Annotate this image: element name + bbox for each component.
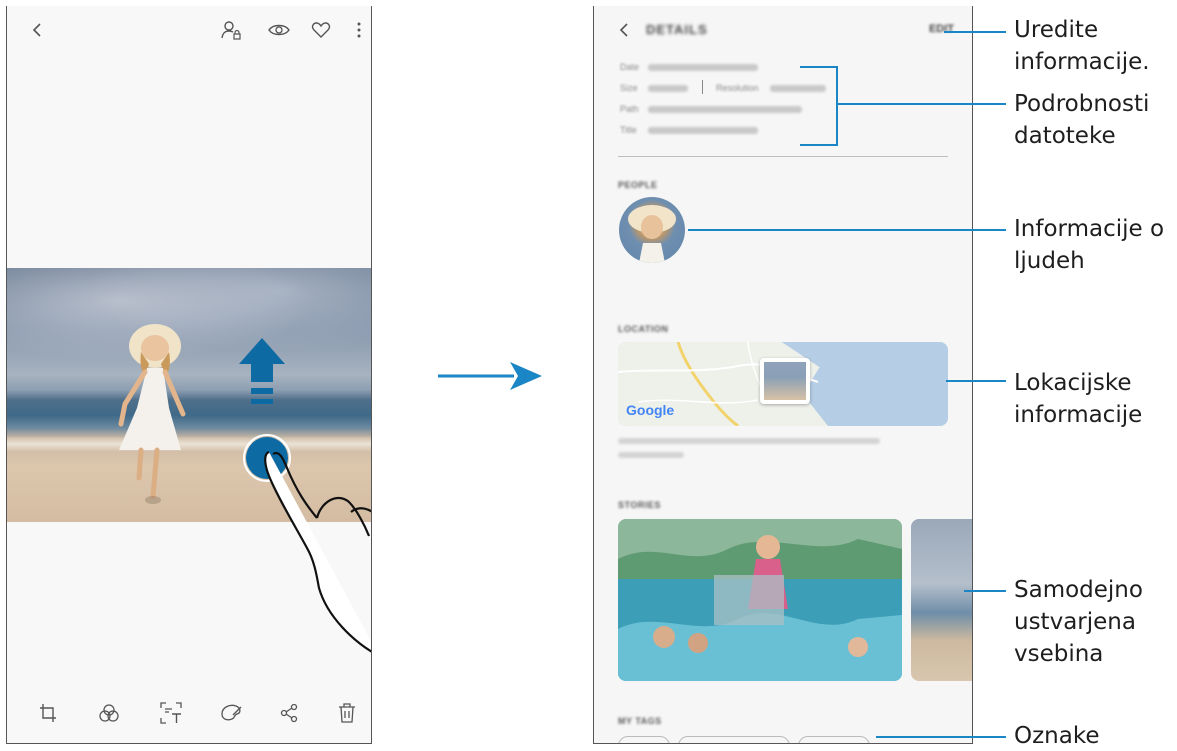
address-line-2	[618, 452, 684, 458]
gallery-viewer-screen	[6, 6, 372, 744]
crop-icon[interactable]	[32, 697, 64, 729]
bracket-top	[800, 66, 838, 68]
story-card-next[interactable]	[911, 519, 972, 681]
back-icon[interactable]	[608, 14, 640, 46]
share-icon[interactable]	[273, 697, 305, 729]
date-label: Date	[620, 62, 640, 72]
people-section-label: PEOPLE	[618, 180, 658, 190]
path-value	[648, 106, 802, 113]
google-logo: Google	[626, 402, 674, 418]
location-section-label: LOCATION	[618, 324, 669, 334]
stories-section-label: STORIES	[618, 500, 661, 510]
person-avatar[interactable]	[619, 197, 685, 263]
callout-line-stories	[964, 590, 1006, 592]
story-pool-image	[618, 519, 902, 681]
tag-chip[interactable]	[678, 736, 790, 743]
location-map[interactable]: Google	[618, 342, 948, 426]
callout-line-details	[836, 103, 1006, 105]
date-value	[648, 64, 758, 71]
section-divider	[618, 156, 948, 157]
page-title: DETAILS	[646, 22, 708, 37]
callout-line-location	[946, 380, 1006, 382]
more-options-icon[interactable]	[343, 14, 371, 46]
details-screen: DETAILS EDIT Date Size Resolution Path T…	[593, 6, 973, 744]
viewer-bottom-bar	[7, 683, 371, 743]
person-face-icon	[628, 205, 676, 263]
decorate-icon[interactable]	[215, 697, 247, 729]
details-header: DETAILS EDIT	[594, 6, 972, 54]
callout-line-people	[688, 229, 1006, 231]
bracket-bottom	[800, 144, 838, 146]
callout-people: Informacije o ljudeh	[1014, 216, 1165, 274]
tag-chip[interactable]	[798, 736, 870, 743]
resolution-label: Resolution	[716, 83, 759, 93]
path-label: Path	[620, 104, 639, 114]
callout-location: Lokacijske informacije	[1014, 370, 1143, 428]
transition-arrow-icon	[438, 362, 542, 390]
callout-line-tags	[876, 736, 1006, 738]
title-value	[648, 127, 758, 134]
size-value	[648, 85, 688, 92]
callout-stories: Samodejno ustvarjena vsebina	[1014, 577, 1143, 667]
bixby-vision-icon[interactable]	[263, 14, 295, 46]
filter-icon[interactable]	[93, 697, 125, 729]
story-card[interactable]	[618, 519, 902, 681]
swipe-up-gesture	[239, 338, 371, 653]
text-extract-icon[interactable]	[155, 697, 187, 729]
tags-section-label: MY TAGS	[618, 716, 662, 726]
callout-file-details: Podrobnosti datoteke	[1014, 91, 1150, 149]
tag-chip[interactable]	[618, 736, 670, 743]
title-label: Title	[620, 125, 637, 135]
map-photo-pin[interactable]	[760, 358, 810, 404]
callout-tags: Oznake	[1014, 723, 1100, 749]
tag-person-icon[interactable]	[215, 14, 247, 46]
google-logo-text: Google	[626, 402, 675, 418]
detail-separator	[702, 80, 703, 94]
callout-line-edit	[944, 31, 1006, 33]
viewer-top-bar	[7, 6, 371, 54]
bracket-vertical	[836, 66, 838, 146]
map-pin-thumbnail	[764, 362, 806, 400]
back-icon[interactable]	[21, 14, 53, 46]
resolution-value	[770, 85, 826, 92]
favorite-icon[interactable]	[305, 14, 337, 46]
edit-button[interactable]: EDIT	[929, 23, 954, 35]
callout-edit: Uredite informacije.	[1014, 17, 1150, 75]
address-line	[618, 438, 880, 444]
delete-icon[interactable]	[331, 697, 363, 729]
size-label: Size	[620, 83, 638, 93]
